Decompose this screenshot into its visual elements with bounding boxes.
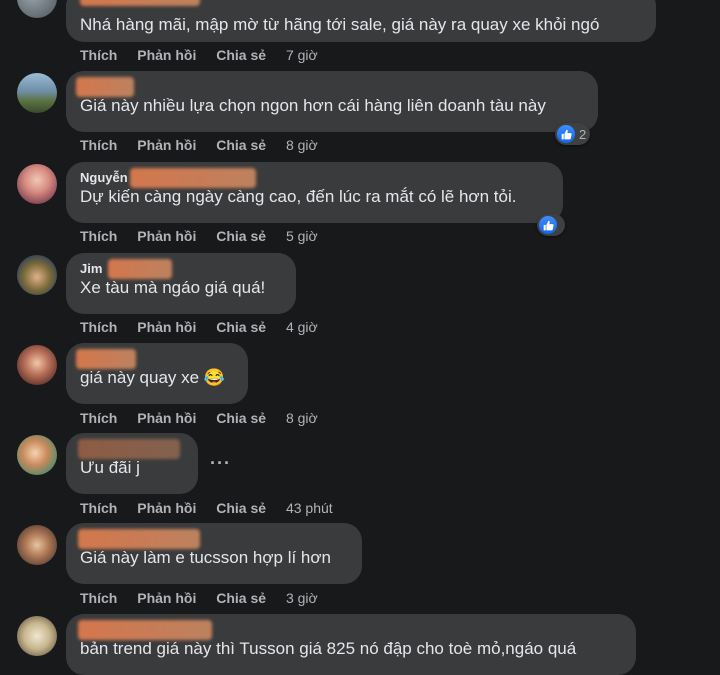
like-button[interactable]: Thích xyxy=(80,319,117,335)
comment-actions: Thích Phản hồi Chia sẻ 8 giờ xyxy=(80,136,334,154)
avatar[interactable] xyxy=(17,73,57,113)
redacted-name xyxy=(78,620,212,640)
comment-actions: Thích Phản hồi Chia sẻ 7 giờ xyxy=(80,46,334,64)
like-icon xyxy=(539,216,557,234)
redacted-name xyxy=(76,77,134,97)
comment-bubble: Giá này nhiều lựa chọn ngon hơn cái hàng… xyxy=(66,71,598,132)
redacted-name xyxy=(78,439,180,459)
reaction-summary[interactable]: 2 xyxy=(555,123,591,145)
comment-text: bản trend giá này thì Tusson giá 825 nó … xyxy=(80,639,577,658)
comment-text: Dự kiến càng ngày càng cao, đến lúc ra m… xyxy=(80,187,517,206)
comment-time[interactable]: 3 giờ xyxy=(286,590,318,606)
comment-text: Nhá hàng mãi, mập mờ từ hãng tới sale, g… xyxy=(80,15,600,34)
comment-time[interactable]: 43 phút xyxy=(286,500,333,516)
redacted-name xyxy=(108,259,172,279)
comment-author[interactable] xyxy=(76,77,584,97)
comment-text: Giá này nhiều lựa chọn ngon hơn cái hàng… xyxy=(80,96,546,115)
comment-bubble: Nguyễn Dự kiến càng ngày càng cao, đến l… xyxy=(66,162,563,223)
comment-time[interactable]: 7 giờ xyxy=(286,47,318,63)
share-button[interactable]: Chia sẻ xyxy=(216,590,266,606)
comment-author[interactable] xyxy=(78,529,348,549)
comment-bubble: Jim Xe tàu mà ngáo giá quá! xyxy=(66,253,296,314)
author-name: Nguyễn xyxy=(80,170,128,185)
reply-button[interactable]: Phản hồi xyxy=(137,137,196,153)
like-button[interactable]: Thích xyxy=(80,137,117,153)
author-name: Jim xyxy=(80,261,103,276)
reply-button[interactable]: Phản hồi xyxy=(137,47,196,63)
reply-button[interactable]: Phản hồi xyxy=(137,228,196,244)
comment-author[interactable] xyxy=(76,349,234,369)
comment-bubble: Giá này làm e tucsson hợp lí hơn xyxy=(66,523,362,584)
avatar[interactable] xyxy=(17,435,57,475)
share-button[interactable]: Chia sẻ xyxy=(216,500,266,516)
comment-bubble: Nhá hàng mãi, mập mờ từ hãng tới sale, g… xyxy=(66,0,656,42)
more-options-icon[interactable]: ··· xyxy=(210,453,231,474)
share-button[interactable]: Chia sẻ xyxy=(216,137,266,153)
comment-time[interactable]: 5 giờ xyxy=(286,228,318,244)
like-button[interactable]: Thích xyxy=(80,228,117,244)
avatar[interactable] xyxy=(17,255,57,295)
like-icon xyxy=(557,125,575,143)
comment-time[interactable]: 8 giờ xyxy=(286,410,318,426)
share-button[interactable]: Chia sẻ xyxy=(216,410,266,426)
comment-text: Xe tàu mà ngáo giá quá! xyxy=(80,278,266,297)
avatar[interactable] xyxy=(17,0,57,18)
redacted-name xyxy=(80,0,200,6)
comment-actions: Thích Phản hồi Chia sẻ 5 giờ xyxy=(80,227,334,245)
reply-button[interactable]: Phản hồi xyxy=(137,590,196,606)
comment-time[interactable]: 4 giờ xyxy=(286,319,318,335)
like-button[interactable]: Thích xyxy=(80,500,117,516)
reply-button[interactable]: Phản hồi xyxy=(137,319,196,335)
avatar[interactable] xyxy=(17,345,57,385)
avatar[interactable] xyxy=(17,164,57,204)
comment-actions: Thích Phản hồi Chia sẻ 4 giờ xyxy=(80,318,334,336)
reaction-summary[interactable] xyxy=(537,214,565,236)
comment-author[interactable]: Nguyễn xyxy=(80,168,549,188)
comment-author[interactable] xyxy=(78,620,622,640)
comment-text: Ưu đãi j xyxy=(80,458,140,477)
comment-bubble: giá này quay xe 😂 xyxy=(66,343,248,404)
comment-author[interactable] xyxy=(78,439,184,459)
comment-time[interactable]: 8 giờ xyxy=(286,137,318,153)
comment-actions: Thích Phản hồi Chia sẻ 8 giờ xyxy=(80,409,334,427)
avatar[interactable] xyxy=(17,616,57,656)
comment-actions: Thích Phản hồi Chia sẻ 3 giờ xyxy=(80,589,334,607)
share-button[interactable]: Chia sẻ xyxy=(216,319,266,335)
like-button[interactable]: Thích xyxy=(80,410,117,426)
like-button[interactable]: Thích xyxy=(80,590,117,606)
like-button[interactable]: Thích xyxy=(80,47,117,63)
redacted-name xyxy=(130,168,256,188)
reply-button[interactable]: Phản hồi xyxy=(137,500,196,516)
comment-actions: Thích Phản hồi Chia sẻ 43 phút xyxy=(80,499,349,517)
redacted-name xyxy=(78,529,200,549)
comment-bubble: bản trend giá này thì Tusson giá 825 nó … xyxy=(66,614,636,675)
comment-bubble: Ưu đãi j xyxy=(66,433,198,494)
avatar[interactable] xyxy=(17,525,57,565)
reaction-count: 2 xyxy=(579,126,587,142)
comment-author[interactable]: Jim xyxy=(80,259,282,279)
reply-button[interactable]: Phản hồi xyxy=(137,410,196,426)
redacted-name xyxy=(76,349,136,369)
comment-text: giá này quay xe 😂 xyxy=(80,368,225,387)
share-button[interactable]: Chia sẻ xyxy=(216,47,266,63)
comment-text: Giá này làm e tucsson hợp lí hơn xyxy=(80,548,331,567)
share-button[interactable]: Chia sẻ xyxy=(216,228,266,244)
